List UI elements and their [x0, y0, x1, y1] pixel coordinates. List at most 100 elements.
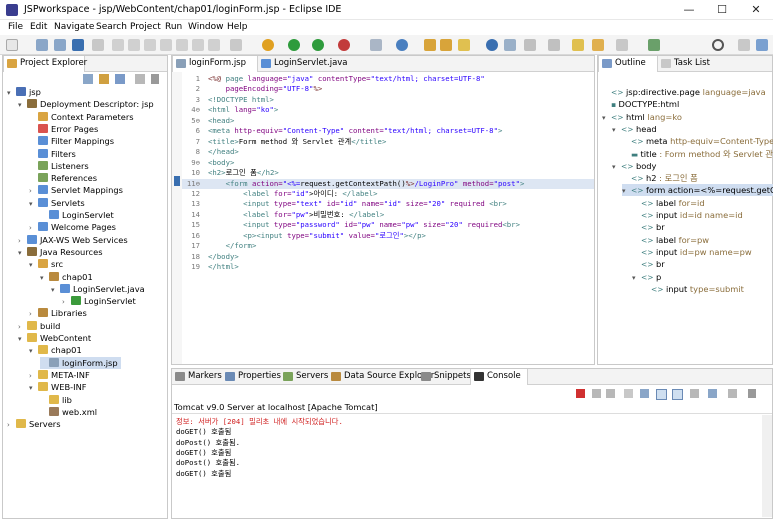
last-edit-icon[interactable] [572, 39, 584, 51]
view-menu-icon[interactable] [135, 74, 145, 84]
suspend-icon[interactable] [128, 39, 140, 51]
tree-item[interactable]: LoginServlet [40, 209, 114, 221]
twisty-icon[interactable]: ▾ [18, 247, 27, 259]
twisty-icon[interactable]: ▾ [29, 345, 38, 357]
menu-window[interactable]: Window [188, 22, 224, 32]
tree-item[interactable]: › Welcome Pages [29, 221, 116, 233]
twisty-icon[interactable]: ▾ [622, 185, 631, 197]
twisty-icon[interactable]: ▾ [40, 272, 49, 284]
collapse-all-icon[interactable] [83, 74, 93, 84]
show-on-output-icon[interactable] [672, 389, 683, 400]
tab-outline[interactable]: Outline [598, 56, 658, 72]
menu-edit[interactable]: Edit [30, 22, 47, 32]
twisty-icon[interactable]: ▾ [29, 198, 38, 210]
tab-snippets[interactable]: Snippets [418, 369, 471, 385]
tree-item[interactable]: ▾ chap01 [40, 271, 93, 283]
terminate-icon[interactable] [144, 39, 156, 51]
maximize-button[interactable]: ☐ [706, 0, 738, 20]
twisty-icon[interactable]: ▾ [7, 87, 16, 99]
tree-item[interactable]: ▾ jsp [7, 86, 41, 98]
outline-item[interactable]: ▾<> form action=<%=request.getContextPat… [622, 184, 773, 197]
menu-file[interactable]: File [8, 22, 23, 32]
menu-project[interactable]: Project [130, 22, 161, 32]
pin-editor-icon[interactable] [648, 39, 660, 51]
twisty-icon[interactable]: › [18, 321, 27, 333]
external-tools-icon[interactable] [338, 39, 350, 51]
twisty-icon[interactable]: ▾ [18, 99, 27, 111]
next-annotation-icon[interactable] [524, 39, 536, 51]
coverage-icon[interactable] [312, 39, 324, 51]
tree-item[interactable]: ▾ LoginServlet.java [51, 283, 145, 295]
search-icon[interactable] [712, 39, 724, 51]
tree-item[interactable]: ▾ Deployment Descriptor: jsp [18, 98, 154, 110]
twisty-icon[interactable]: ▾ [18, 333, 27, 345]
tree-item[interactable]: › JAX-WS Web Services [18, 234, 128, 246]
twisty-icon[interactable]: ▾ [51, 284, 60, 296]
tree-item[interactable]: ▾ chap01 [29, 344, 82, 356]
close-button[interactable]: ✕ [740, 0, 772, 20]
twisty-icon[interactable]: › [62, 296, 71, 308]
menu-run[interactable]: Run [165, 22, 182, 32]
outline-item[interactable]: <> input type=submit [642, 283, 744, 295]
step-over-icon[interactable] [192, 39, 204, 51]
back-icon[interactable] [592, 39, 604, 51]
link-with-editor-icon[interactable] [99, 74, 109, 84]
tree-item[interactable]: › META-INF [29, 369, 90, 381]
menu-help[interactable]: Help [227, 22, 248, 32]
run-icon[interactable] [288, 39, 300, 51]
outline-item[interactable]: ▾ <> html lang=ko [602, 111, 682, 123]
open-task-icon[interactable] [440, 39, 452, 51]
tab-loginform-jsp[interactable]: loginForm.jsp [172, 56, 258, 72]
tree-item[interactable]: ▾ WEB-INF [29, 381, 87, 393]
tree-item[interactable]: Filters [29, 148, 76, 160]
tree-item[interactable]: Listeners [29, 160, 89, 172]
twisty-icon[interactable]: ▾ [632, 272, 641, 284]
menu-search[interactable]: Search [96, 22, 127, 32]
menu-navigate[interactable]: Navigate [54, 22, 94, 32]
twisty-icon[interactable]: ▾ [29, 259, 38, 271]
outline-item[interactable]: <> input id=id name=id [632, 209, 743, 221]
twisty-icon[interactable]: ▾ [612, 124, 621, 136]
pin-console-icon[interactable] [690, 389, 699, 398]
code-area[interactable]: 1 <%@ page language="java" contentType="t… [182, 74, 594, 364]
forward-icon[interactable] [616, 39, 628, 51]
twisty-icon[interactable]: › [29, 185, 38, 197]
open-console-icon[interactable] [728, 389, 737, 398]
console-output[interactable]: 정보: 서버가 [204] 밀리초 내에 시작되었습니다. doGET() 호출됨… [172, 415, 762, 517]
tree-item[interactable]: ▾ Servlets [29, 197, 85, 209]
disconnect-icon[interactable] [160, 39, 172, 51]
step-into-icon[interactable] [176, 39, 188, 51]
tab-loginservlet-java[interactable]: LoginServlet.java [258, 56, 350, 72]
twisty-icon[interactable]: › [18, 235, 27, 247]
debug-icon[interactable] [262, 39, 274, 51]
tree-item[interactable]: web.xml [40, 406, 97, 418]
tree-item[interactable]: ▾ src [29, 258, 63, 270]
new-icon[interactable] [6, 39, 18, 51]
outline-item[interactable]: ▾ <> body [612, 160, 656, 172]
twisty-icon[interactable]: ▾ [612, 161, 621, 173]
filter-icon[interactable] [115, 74, 125, 84]
open-type-icon[interactable] [424, 39, 436, 51]
display-console-icon[interactable] [708, 389, 717, 398]
remove-launch-icon[interactable] [592, 389, 601, 398]
tree-item[interactable]: › Libraries [29, 307, 87, 319]
outline-item[interactable]: <> meta http-equiv=Content-Type [622, 135, 773, 147]
tree-item[interactable]: References [29, 172, 97, 184]
outline-item[interactable]: <> h2 : 로그인 폼 [622, 172, 698, 184]
outline-item[interactable]: <> br [632, 258, 665, 270]
twisty-icon[interactable]: ▾ [29, 382, 38, 394]
tab-console[interactable]: Console [470, 369, 528, 385]
tree-item[interactable]: ▾ Java Resources [18, 246, 103, 258]
twisty-icon[interactable]: › [29, 370, 38, 382]
annotation-icon[interactable] [504, 39, 516, 51]
twisty-icon[interactable]: › [29, 308, 38, 320]
tab-servers[interactable]: Servers [280, 369, 328, 385]
tree-item[interactable]: Error Pages [29, 123, 98, 135]
skip-breakpoints-icon[interactable] [92, 39, 104, 51]
tree-item[interactable]: lib [40, 394, 72, 406]
prev-annotation-icon[interactable] [548, 39, 560, 51]
twisty-icon[interactable]: ▾ [602, 112, 611, 124]
step-return-icon[interactable] [208, 39, 220, 51]
tree-item[interactable]: Context Parameters [29, 111, 134, 123]
new-server-icon[interactable] [370, 39, 382, 51]
